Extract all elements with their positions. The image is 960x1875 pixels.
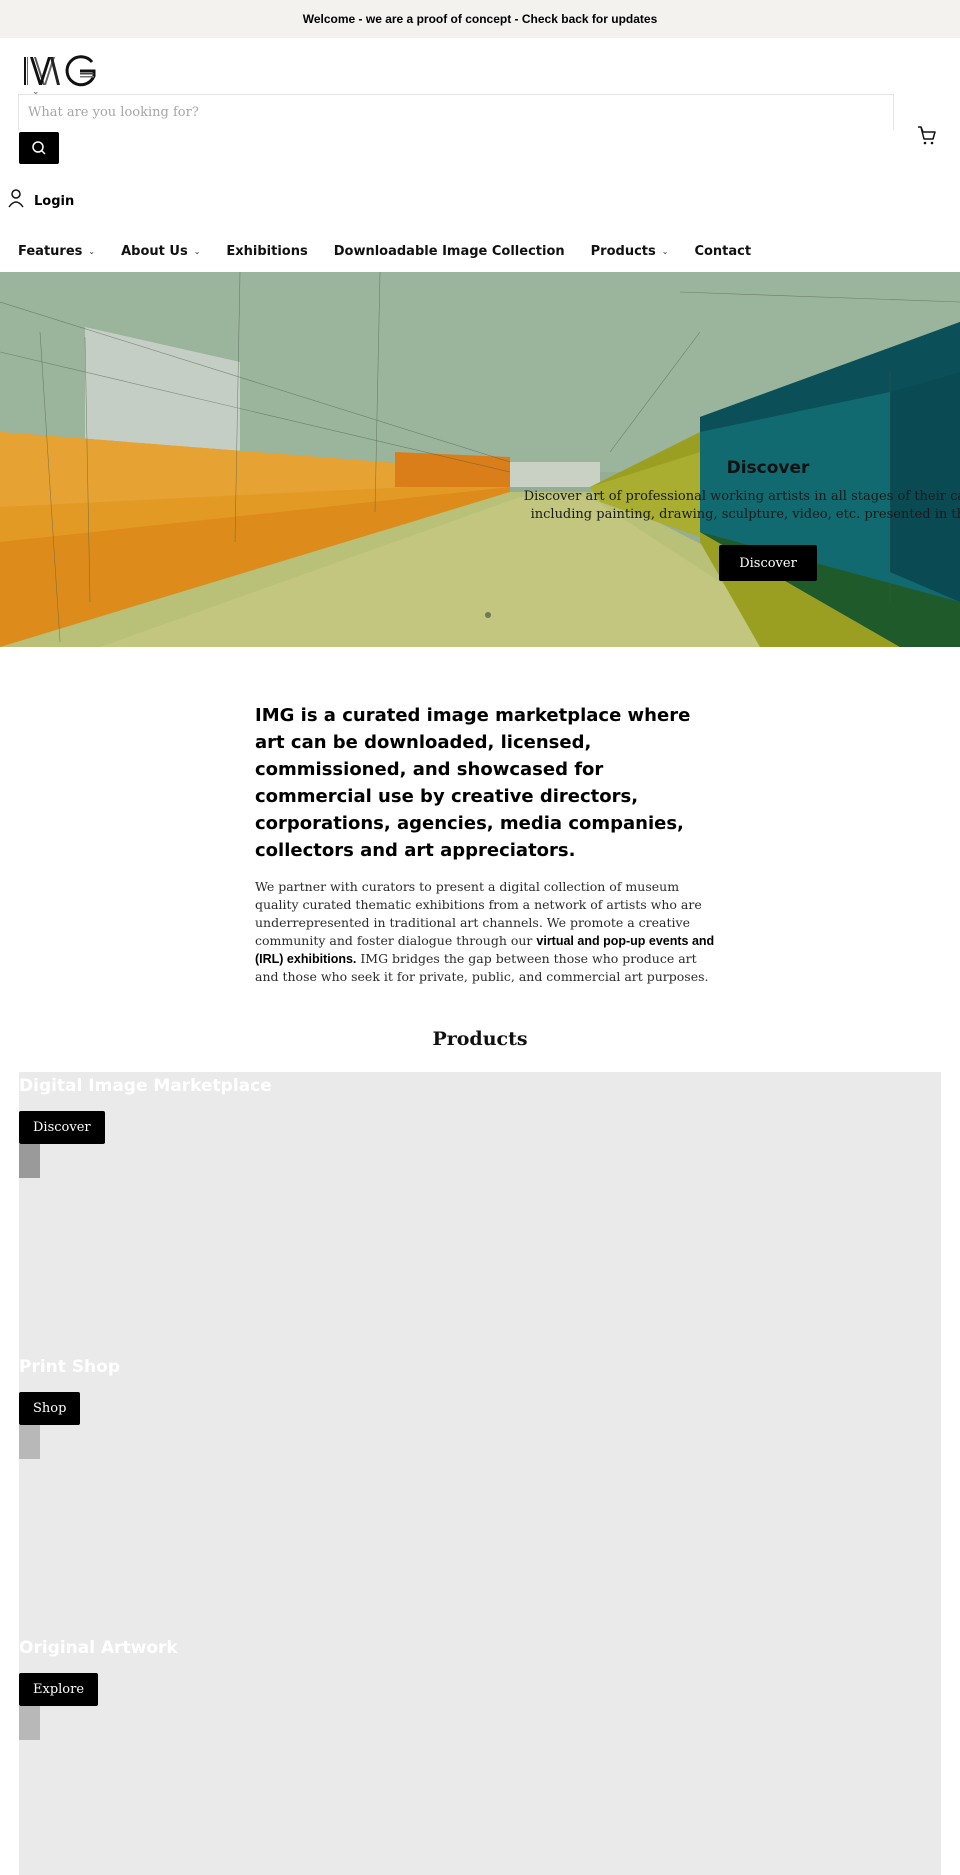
product-image-placeholder — [19, 1425, 40, 1459]
hero-description-line: Discover art of professional working art… — [523, 489, 960, 504]
nav-item-label: About Us — [121, 243, 188, 259]
product-card-print-shop[interactable]: Print Shop Shop — [19, 1353, 941, 1459]
hero-description: Discover art of professional working art… — [490, 488, 960, 524]
nav-item-label: Features — [18, 243, 83, 259]
slide-indicator-dot[interactable] — [485, 612, 491, 618]
intro-section: IMG is a curated image marketplace where… — [255, 702, 715, 986]
chevron-down-icon: ⌄ — [88, 246, 96, 256]
login-link[interactable]: Login — [8, 186, 74, 209]
cart-icon — [918, 126, 936, 145]
login-label: Login — [34, 194, 75, 209]
nav-item-label: Downloadable Image Collection — [333, 243, 565, 259]
products-section-title: Products — [432, 1028, 528, 1050]
nav-item-label: Exhibitions — [226, 243, 308, 259]
product-shop-button[interactable]: Shop — [19, 1392, 81, 1425]
nav-item-contact[interactable]: Contact — [694, 244, 751, 259]
nav-item-features[interactable]: Features ⌄ — [18, 244, 95, 259]
announcement-text: Welcome - we are a proof of concept - Ch… — [302, 12, 658, 26]
chevron-down-icon: ⌄ — [661, 246, 669, 256]
product-image-placeholder — [19, 1706, 40, 1740]
product-card-digital-image-marketplace[interactable]: Digital Image Marketplace Discover — [19, 1072, 941, 1178]
search-button[interactable] — [19, 132, 59, 164]
chevron-down-icon: ⌄ — [193, 246, 201, 256]
nav-item-label: Products — [590, 243, 656, 259]
product-discover-button[interactable]: Discover — [19, 1111, 105, 1144]
img-logo-icon — [24, 55, 96, 87]
hero-discover-button[interactable]: Discover — [719, 545, 817, 581]
hero-slideshow: Discover Discover art of professional wo… — [0, 272, 960, 647]
cart-button[interactable] — [916, 124, 938, 146]
nav-item-about-us[interactable]: About Us ⌄ — [121, 244, 200, 259]
product-image-placeholder — [19, 1144, 40, 1178]
product-card-original-artwork[interactable]: Original Artwork Explore — [19, 1634, 941, 1740]
product-title: Digital Image Marketplace — [19, 1076, 272, 1096]
main-nav: Features ⌄ About Us ⌄ Exhibitions Downlo… — [18, 240, 777, 262]
search-input[interactable] — [19, 95, 893, 130]
nav-item-products[interactable]: Products ⌄ — [591, 244, 669, 259]
hero-description-line: including painting, drawing, sculpture, … — [530, 507, 960, 522]
search-field[interactable] — [18, 94, 894, 130]
search-icon — [32, 141, 46, 155]
nav-item-downloadable-image-collection[interactable]: Downloadable Image Collection — [334, 244, 565, 259]
product-title: Original Artwork — [19, 1638, 178, 1658]
site-logo[interactable] — [22, 54, 98, 88]
nav-item-label: Contact — [694, 243, 752, 259]
nav-item-exhibitions[interactable]: Exhibitions — [226, 244, 307, 259]
announcement-bar: Welcome - we are a proof of concept - Ch… — [0, 0, 960, 38]
hero-title: Discover — [726, 458, 810, 478]
intro-body: We partner with curators to present a di… — [255, 878, 715, 986]
products-grid: Digital Image Marketplace Discover Print… — [19, 1072, 941, 1875]
product-title: Print Shop — [19, 1357, 121, 1377]
user-icon — [8, 188, 24, 207]
intro-heading: IMG is a curated image marketplace where… — [255, 705, 691, 861]
product-explore-button[interactable]: Explore — [19, 1673, 99, 1706]
